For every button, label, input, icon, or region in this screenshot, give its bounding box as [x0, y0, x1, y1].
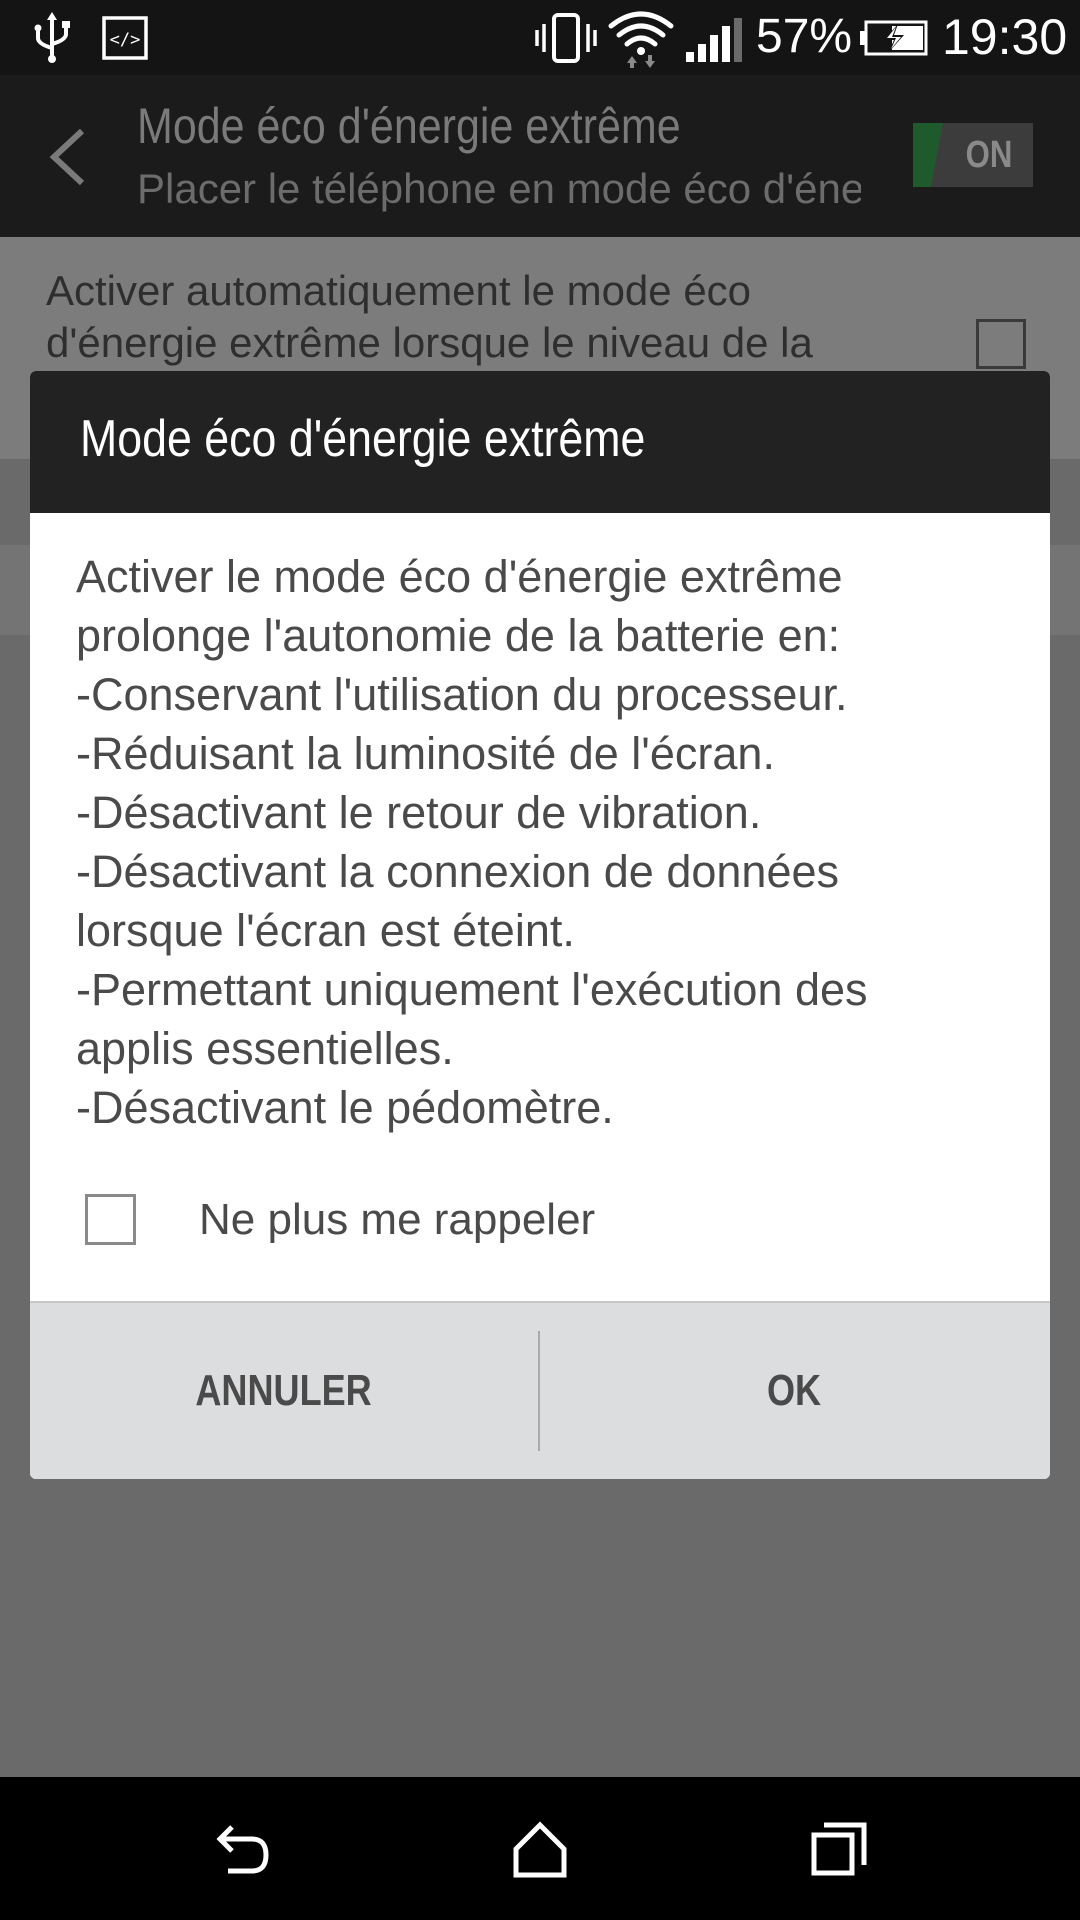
- wifi-icon: [608, 11, 674, 68]
- battery-percent: 57%: [756, 10, 853, 63]
- cancel-button[interactable]: ANNULER: [30, 1303, 538, 1479]
- navigation-bar: [0, 1777, 1080, 1920]
- back-icon[interactable]: [208, 1817, 272, 1881]
- dialog-message-line: -Permettant uniquement l'exécution des: [76, 964, 868, 1015]
- dialog-message-line: prolonge l'autonomie de la batterie en:: [76, 610, 841, 661]
- auto-activate-label: Activer automatiquement le mode éco d'én…: [46, 267, 813, 366]
- dialog-button-bar: ANNULER OK: [30, 1301, 1050, 1479]
- toggle-on-indicator: [913, 123, 943, 187]
- dialog-message-line: Activer le mode éco d'énergie extrême: [76, 551, 843, 602]
- dont-remind-label: Ne plus me rappeler: [199, 1195, 596, 1244]
- cancel-button-label: ANNULER: [195, 1366, 373, 1415]
- signal-icon: [686, 18, 742, 62]
- ok-button-label: OK: [766, 1366, 822, 1415]
- dialog-header: Mode éco d'énergie extrême: [30, 371, 1050, 513]
- toggle-label: ON: [965, 134, 1013, 176]
- dialog-message-line: -Réduisant la luminosité de l'écran.: [76, 728, 775, 779]
- dialog-message-line: -Désactivant le pédomètre.: [76, 1082, 614, 1133]
- ok-button[interactable]: OK: [540, 1303, 1048, 1479]
- vibrate-icon: [535, 13, 597, 63]
- battery-charging-icon: [860, 20, 928, 56]
- dialog-message-line: -Désactivant le retour de vibration.: [76, 787, 762, 838]
- developer-icon: </>: [102, 16, 148, 60]
- auto-activate-checkbox[interactable]: [976, 319, 1026, 369]
- action-bar: Mode éco d'énergie extrême Placer le tél…: [0, 75, 1080, 237]
- svg-text:</>: </>: [110, 30, 141, 50]
- back-arrow-icon[interactable]: [44, 125, 92, 189]
- dialog-title: Mode éco d'énergie extrême: [80, 410, 646, 468]
- status-bar: </> 57% 19:30: [0, 0, 1080, 75]
- dialog-message-line: lorsque l'écran est éteint.: [76, 905, 575, 956]
- home-icon[interactable]: [508, 1817, 572, 1881]
- recent-apps-icon[interactable]: [808, 1817, 872, 1881]
- dialog-message: Activer le mode éco d'énergie extrême pr…: [76, 547, 1016, 1137]
- page-title: Mode éco d'énergie extrême: [137, 98, 681, 154]
- power-saver-toggle[interactable]: ON: [913, 123, 1033, 187]
- page-subtitle: Placer le téléphone en mode éco d'énergi…: [137, 165, 861, 212]
- dialog-message-line: -Désactivant la connexion de données: [76, 846, 840, 897]
- dialog-message-line: -Conservant l'utilisation du processeur.: [76, 669, 848, 720]
- dont-remind-checkbox[interactable]: [85, 1194, 136, 1245]
- dialog-message-line: applis essentielles.: [76, 1023, 454, 1074]
- usb-icon: [34, 12, 70, 63]
- clock: 19:30: [942, 9, 1068, 65]
- power-saver-dialog: Mode éco d'énergie extrême Activer le mo…: [30, 371, 1050, 1479]
